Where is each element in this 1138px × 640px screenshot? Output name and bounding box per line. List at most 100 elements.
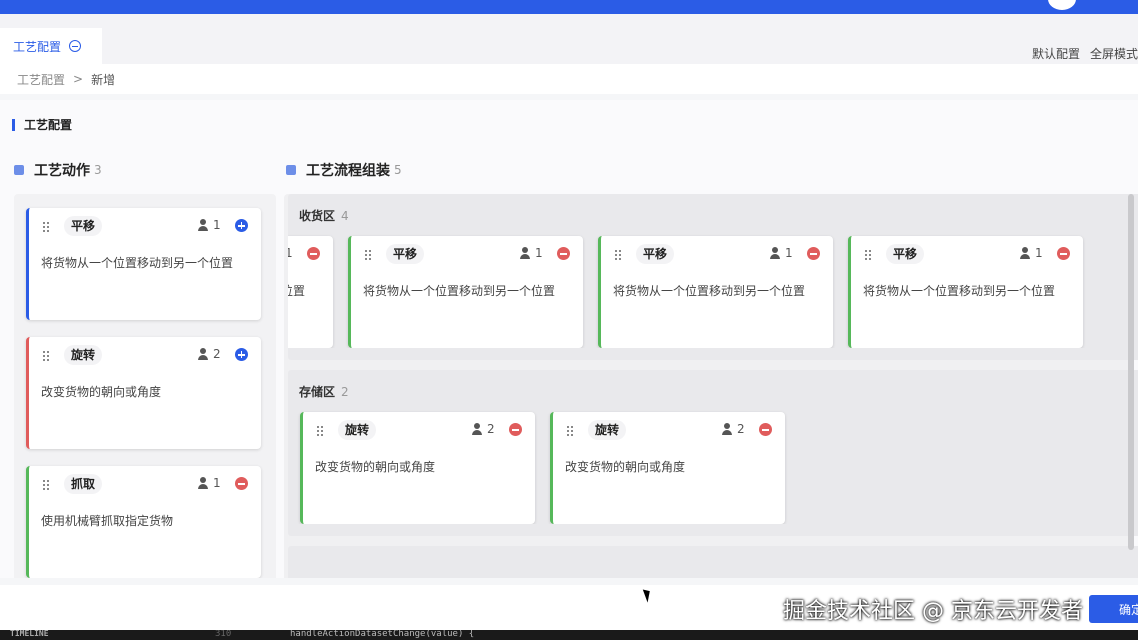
action-description: 将货物从一个位置移动到另一个位置 xyxy=(288,284,306,298)
usage-count: 2 xyxy=(487,422,495,436)
section-title: 工艺配置 xyxy=(12,116,72,133)
action-description: 将货物从一个位置移动到另一个位置 xyxy=(41,256,234,270)
cube-icon xyxy=(14,165,24,175)
action-card[interactable]: 旋转 2 改变货物的朝向或角度 xyxy=(550,412,785,524)
top-app-bar xyxy=(0,0,1138,14)
breadcrumb-separator: > xyxy=(73,72,84,86)
remove-circle-icon[interactable] xyxy=(807,247,820,260)
zone-storage: 存储区 2 旋转 2 改变货物的朝向或角度 旋转 2 改变货物的朝向或角度 xyxy=(288,370,1138,536)
drag-handle-icon[interactable] xyxy=(317,426,325,436)
action-card[interactable]: 平移 1 将货物从一个位置移动到另一个位置 xyxy=(348,236,583,348)
action-name-tag: 旋转 xyxy=(64,345,103,365)
action-description: 将货物从一个位置移动到另一个位置 xyxy=(363,284,556,298)
user-avatar[interactable] xyxy=(1048,0,1076,10)
cube-icon xyxy=(286,165,296,175)
section-title-text: 工艺配置 xyxy=(24,118,73,132)
actions-column-count: 3 xyxy=(94,163,102,177)
action-description: 将货物从一个位置移动到另一个位置 xyxy=(613,284,806,298)
confirm-button-label: 确定 xyxy=(1119,603,1138,617)
footer-bar: 掘金技术社区 @ 京东云开发者 确定 xyxy=(0,585,1138,630)
drag-handle-icon[interactable] xyxy=(865,250,873,260)
flow-column-title: 工艺流程组装 5 xyxy=(286,160,402,180)
usage-count: 2 xyxy=(737,422,745,436)
action-card[interactable]: 抓取 1 使用机械臂抓取指定货物 xyxy=(26,466,261,578)
breadcrumb-current: 新增 xyxy=(91,72,116,87)
section-title-bar xyxy=(12,118,15,131)
zone-cards: 旋转 2 改变货物的朝向或角度 旋转 2 改变货物的朝向或角度 xyxy=(288,410,1138,524)
action-name-tag: 抓取 xyxy=(64,474,103,494)
devtools-strip: TIMELINE 310 handleActionDatasetChange(v… xyxy=(0,630,1138,640)
tab-process-config[interactable]: 工艺配置 xyxy=(0,28,102,64)
action-name-tag: 平移 xyxy=(386,244,425,264)
action-description: 使用机械臂抓取指定货物 xyxy=(41,514,174,528)
action-name-tag: 旋转 xyxy=(338,420,377,440)
default-config-button[interactable]: 默认配置 xyxy=(1032,45,1080,62)
drag-handle-icon[interactable] xyxy=(365,250,373,260)
action-description: 改变货物的朝向或角度 xyxy=(315,460,436,474)
drag-handle-icon[interactable] xyxy=(615,250,623,260)
action-description: 改变货物的朝向或角度 xyxy=(565,460,686,474)
action-card[interactable]: 旋转 2 改变货物的朝向或角度 xyxy=(300,412,535,524)
zone-count: 4 xyxy=(341,209,349,223)
action-card[interactable]: 平移 1 将货物从一个位置移动到另一个位置 xyxy=(26,208,261,320)
user-icon xyxy=(1019,247,1032,260)
zone-empty xyxy=(288,546,1138,578)
watermark-text: 掘金技术社区 @ 京东云开发者 xyxy=(783,599,1083,624)
main-content: 工艺配置 工艺动作 3 工艺流程组装 5 平移 1 将货物从一个位置移动到另一个位置… xyxy=(0,100,1138,578)
action-card[interactable]: 平移 1 将货物从一个位置移动到另一个位置 xyxy=(848,236,1083,348)
drag-handle-icon[interactable] xyxy=(43,351,51,361)
add-circle-icon[interactable] xyxy=(235,348,248,361)
breadcrumb-parent[interactable]: 工艺配置 xyxy=(17,71,65,88)
zone-receiving: 收货区 4 平移 1 将货物从一个位置移动到另一个位置 平移 1 将货物从一个位置移动到另一… xyxy=(288,194,1138,360)
user-icon xyxy=(471,423,484,436)
action-card[interactable]: 平移1将货物从一个位置移动到另一个位置 xyxy=(288,236,333,348)
devtools-panel-label: TIMELINE xyxy=(10,630,49,638)
usage-count: 1 xyxy=(213,476,221,490)
drag-handle-icon[interactable] xyxy=(43,222,51,232)
devtools-line-number: 310 xyxy=(215,630,232,639)
fullscreen-button[interactable]: 全屏模式 xyxy=(1090,45,1138,62)
action-description: 改变货物的朝向或角度 xyxy=(41,385,162,399)
top-actions: 默认配置 全屏模式 xyxy=(1032,45,1138,62)
tab-bar: 工艺配置 默认配置 全屏模式 xyxy=(0,14,1138,64)
action-name-tag: 平移 xyxy=(636,244,675,264)
remove-circle-icon[interactable] xyxy=(557,247,570,260)
remove-circle-icon[interactable] xyxy=(235,477,248,490)
add-circle-icon[interactable] xyxy=(235,219,248,232)
breadcrumb: 工艺配置 > 新增 xyxy=(0,64,1138,94)
tab-close-icon[interactable] xyxy=(69,40,82,52)
usage-count: 2 xyxy=(213,347,221,361)
usage-count: 1 xyxy=(213,218,221,232)
user-icon xyxy=(197,477,210,490)
remove-circle-icon[interactable] xyxy=(759,423,772,436)
actions-column-title-text: 工艺动作 xyxy=(34,163,90,179)
devtools-code: handleActionDatasetChange(value) { xyxy=(290,630,475,639)
vertical-scrollbar[interactable] xyxy=(1128,194,1134,550)
drag-handle-icon[interactable] xyxy=(43,480,51,490)
remove-circle-icon[interactable] xyxy=(1057,247,1070,260)
actions-list: 平移 1 将货物从一个位置移动到另一个位置旋转 2 改变货物的朝向或角度抓取 1 使用机械臂… xyxy=(14,194,276,578)
remove-circle-icon[interactable] xyxy=(307,247,320,260)
user-icon xyxy=(769,247,782,260)
action-card[interactable]: 平移1将货物从一个位置移动到另一个位置 xyxy=(598,236,833,348)
zone-title-text: 收货区 xyxy=(299,209,336,223)
action-card[interactable]: 旋转 2 改变货物的朝向或角度 xyxy=(26,337,261,449)
usage-count: 1 xyxy=(288,246,293,260)
user-icon xyxy=(197,219,210,232)
action-name-tag: 平移 xyxy=(886,244,925,264)
usage-count: 1 xyxy=(1035,246,1043,260)
remove-circle-icon[interactable] xyxy=(509,423,522,436)
drag-handle-icon[interactable] xyxy=(567,426,575,436)
zone-title: 存储区 2 xyxy=(299,383,349,400)
flow-board: 收货区 4 平移 1 将货物从一个位置移动到另一个位置 平移 1 将货物从一个位置移动到另一… xyxy=(284,194,1138,578)
user-icon xyxy=(721,423,734,436)
action-name-tag: 平移 xyxy=(64,216,103,236)
user-icon xyxy=(519,247,532,260)
zone-title-text: 存储区 xyxy=(299,385,336,399)
confirm-button[interactable]: 确定 xyxy=(1089,595,1138,623)
user-icon xyxy=(197,348,210,361)
zone-count: 2 xyxy=(341,385,349,399)
usage-count: 1 xyxy=(535,246,543,260)
action-description: 将货物从一个位置移动到另一个位置 xyxy=(863,284,1056,298)
tab-label: 工艺配置 xyxy=(13,39,62,54)
